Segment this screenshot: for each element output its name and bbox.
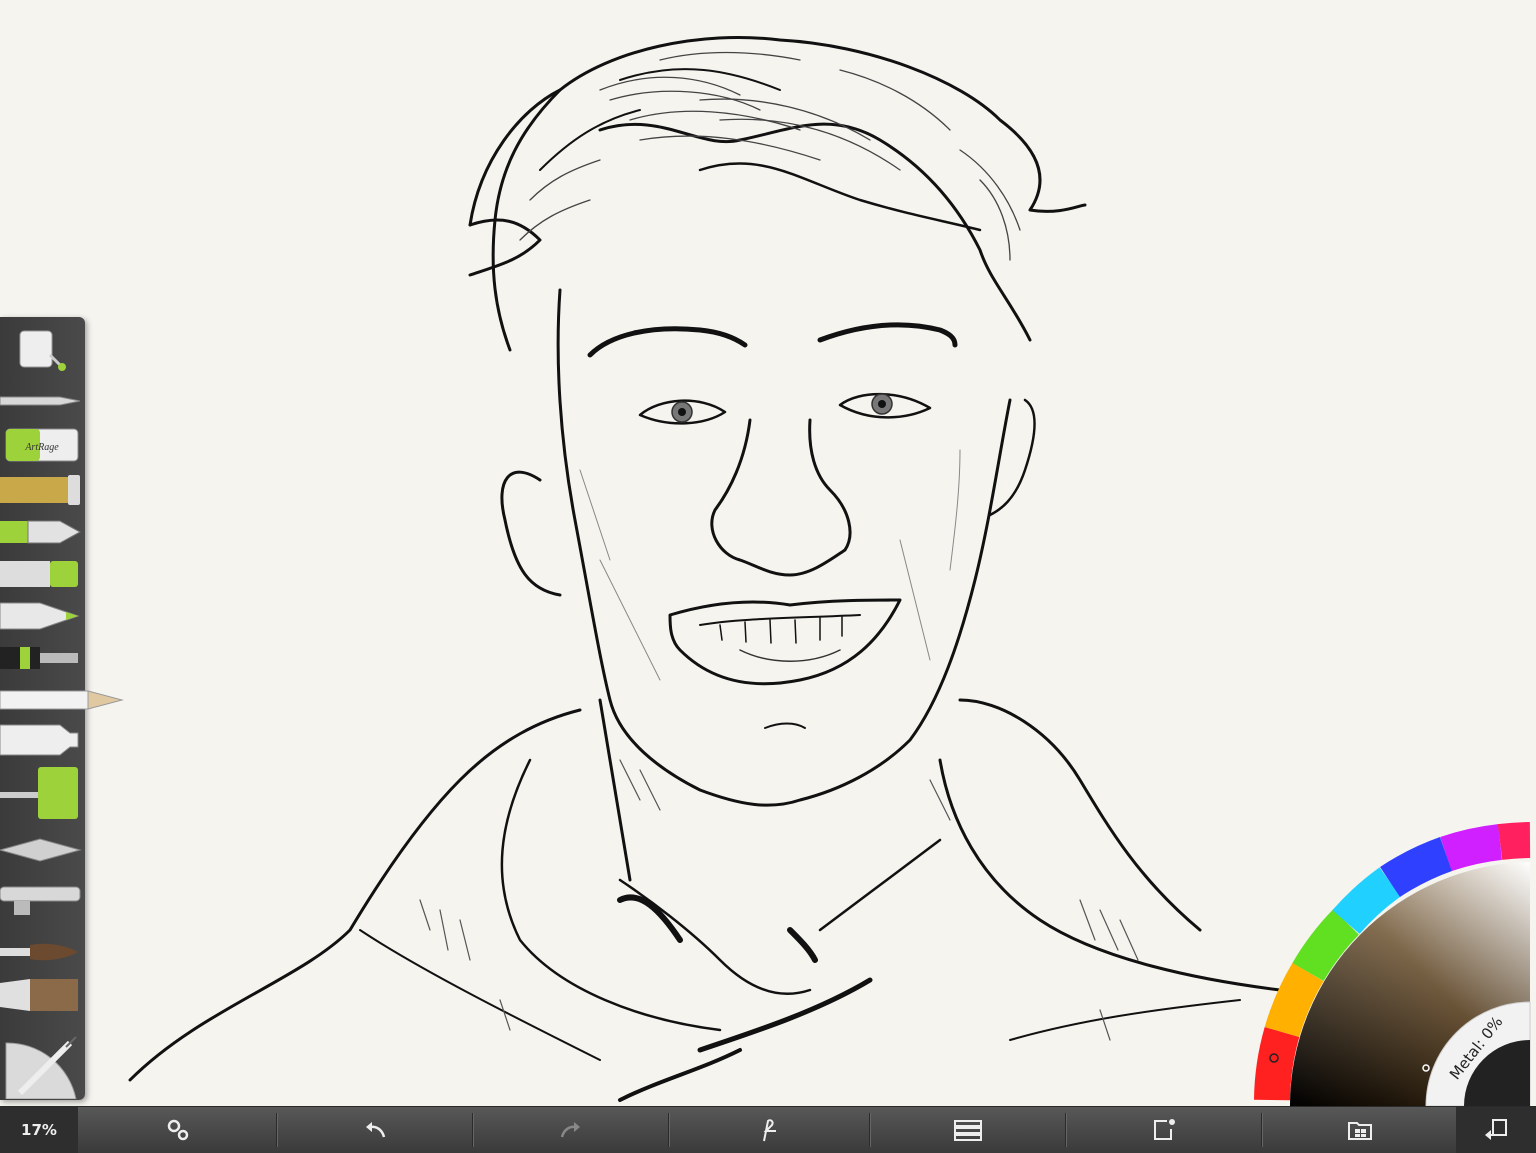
technical-pen-icon xyxy=(0,647,78,669)
oil-brush-tool[interactable] xyxy=(0,975,85,1015)
knife-icon xyxy=(0,396,81,406)
exit-icon xyxy=(1485,1119,1507,1140)
pencil-preview-icon xyxy=(5,1036,77,1099)
technical-pen-tool[interactable] xyxy=(0,639,85,677)
paint-tube-icon xyxy=(0,724,79,756)
tracing-icon xyxy=(763,1119,776,1142)
marker-icon xyxy=(0,602,80,630)
paint-roller-tool[interactable] xyxy=(0,765,85,821)
brush-icon xyxy=(0,943,78,961)
bottom-toolbar: 17% xyxy=(0,1106,1536,1153)
ink-pen-tool[interactable] xyxy=(0,513,85,551)
watercolor-brush-tool[interactable] xyxy=(0,937,85,967)
glitter-icon xyxy=(0,475,80,505)
share-button[interactable] xyxy=(1066,1107,1261,1153)
airbrush-tool[interactable] xyxy=(0,875,85,919)
glitter-tool[interactable] xyxy=(0,325,85,373)
layers-button[interactable] xyxy=(870,1107,1065,1153)
gallery-icon xyxy=(1347,1122,1372,1140)
undo-icon xyxy=(365,1122,385,1138)
gallery-button[interactable] xyxy=(1262,1107,1457,1153)
pencil-tool[interactable] xyxy=(0,681,125,719)
share-icon xyxy=(1153,1119,1175,1140)
artrage-sticker-icon: ArtRage xyxy=(5,428,79,462)
color-picker[interactable]: Metal: 0% xyxy=(1250,822,1536,1107)
exit-button[interactable] xyxy=(1456,1107,1536,1153)
layers-icon xyxy=(953,1120,982,1141)
color-wheel xyxy=(1254,822,1531,1107)
tool-settings-dial[interactable] xyxy=(0,1023,85,1099)
palette-knife-tool[interactable] xyxy=(0,385,85,415)
svg-text:ArtRage: ArtRage xyxy=(24,442,59,453)
marker-tool[interactable] xyxy=(0,597,85,635)
spatula-tool[interactable] xyxy=(0,835,85,865)
glitter-tube-tool[interactable] xyxy=(0,471,85,509)
airbrush-icon xyxy=(0,886,81,915)
paint-roller-icon xyxy=(0,767,78,819)
flat-brush-icon xyxy=(0,979,78,1011)
sticker-tool[interactable]: ArtRage xyxy=(0,425,85,465)
redo-icon xyxy=(560,1122,580,1138)
felt-pen-icon xyxy=(0,561,78,587)
paint-bucket-icon xyxy=(19,330,66,371)
redo-button[interactable] xyxy=(473,1107,668,1153)
undo-button[interactable] xyxy=(277,1107,472,1153)
tracing-button[interactable] xyxy=(669,1107,869,1153)
settings-button[interactable] xyxy=(80,1107,275,1153)
ink-pen-icon xyxy=(0,520,82,544)
gears-icon xyxy=(167,1119,188,1141)
pencil-icon xyxy=(0,690,124,710)
spatula-icon xyxy=(0,838,82,862)
zoom-indicator[interactable]: 17% xyxy=(0,1107,78,1153)
toolbox: ArtRage xyxy=(0,317,124,1100)
paint-tube-tool[interactable] xyxy=(0,721,85,759)
felt-pen-tool[interactable] xyxy=(0,555,85,593)
